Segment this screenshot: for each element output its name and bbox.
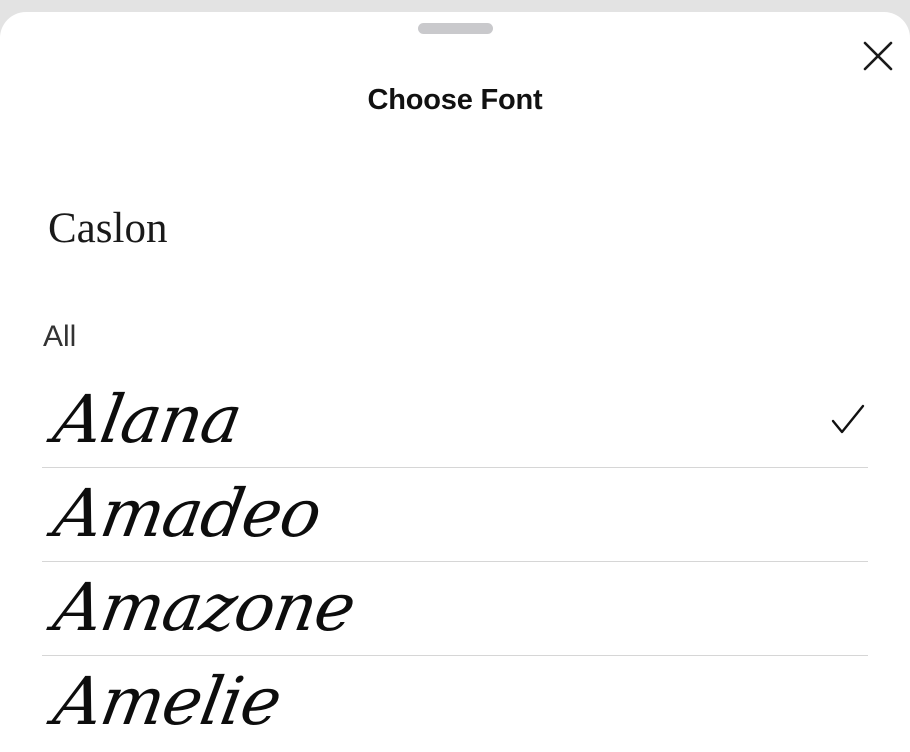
font-row-alana[interactable]: Alana (42, 374, 868, 468)
current-font-caslon[interactable]: Caslon (48, 204, 167, 253)
font-picker-sheet: Choose Font Caslon All Alana Amadeo Amaz… (0, 12, 910, 752)
checkmark-icon (831, 404, 865, 434)
font-name-label: Amazone (48, 569, 361, 646)
close-icon (863, 41, 893, 71)
font-name-label: Alana (48, 381, 247, 458)
section-label-all: All (43, 320, 77, 353)
drag-handle[interactable] (418, 23, 493, 34)
font-row-amelie[interactable]: Amelie (42, 656, 868, 749)
font-list: Alana Amadeo Amazone Amelie (42, 374, 868, 749)
close-button[interactable] (856, 34, 900, 78)
font-name-label: Amadeo (48, 475, 327, 552)
font-row-amadeo[interactable]: Amadeo (42, 468, 868, 562)
font-name-label: Amelie (48, 663, 287, 740)
font-row-amazone[interactable]: Amazone (42, 562, 868, 656)
sheet-title: Choose Font (367, 84, 543, 116)
